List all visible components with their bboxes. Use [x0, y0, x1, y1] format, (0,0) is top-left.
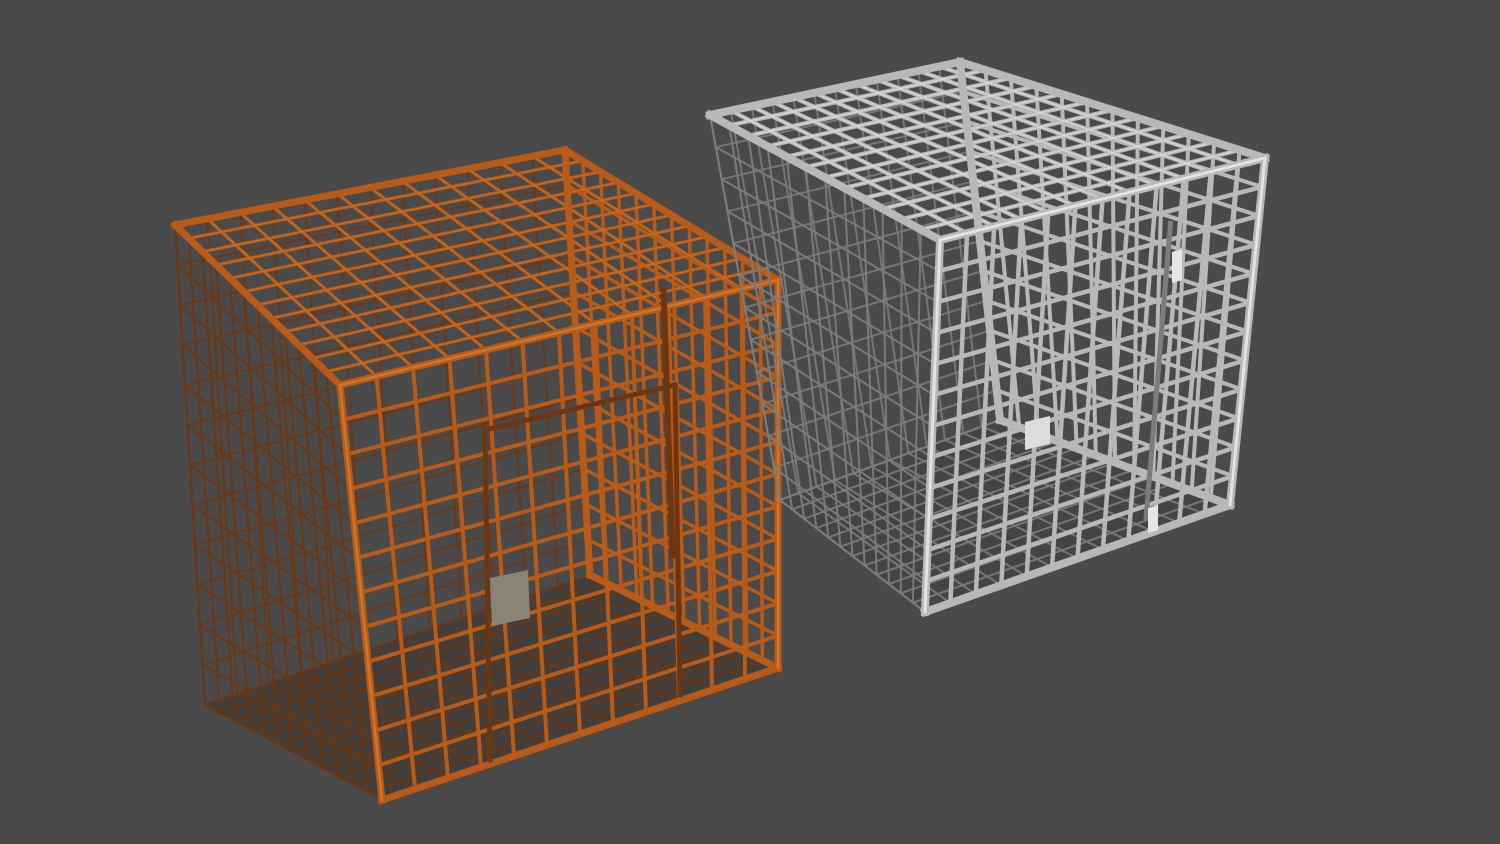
door-hinge-icon	[1148, 505, 1158, 533]
door-hinge-icon	[1172, 249, 1182, 283]
render-viewport	[0, 0, 1500, 844]
lock-plate-icon	[490, 570, 530, 626]
scene-background	[0, 0, 1500, 844]
lock-plate-icon	[1025, 416, 1050, 450]
